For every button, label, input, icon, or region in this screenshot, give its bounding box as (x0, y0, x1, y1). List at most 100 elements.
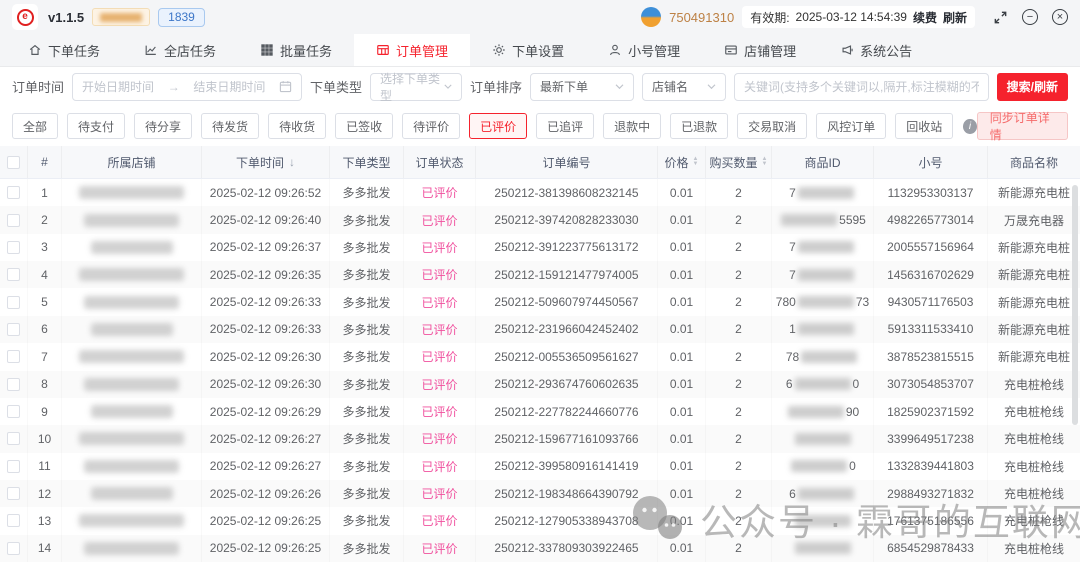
product-id-cell (772, 535, 874, 562)
shop-name-redacted (91, 487, 173, 500)
select-all-checkbox[interactable] (7, 156, 20, 169)
nav-item-order-manage[interactable]: 订单管理 (354, 34, 470, 66)
status-tab[interactable]: 全部 (12, 113, 58, 139)
status-tab[interactable]: 退款中 (603, 113, 661, 139)
row-checkbox[interactable] (7, 214, 20, 227)
nav-label: 系统公告 (860, 41, 912, 60)
row-checkbox[interactable] (7, 542, 20, 555)
product-name-cell: 充电桩枪线 (988, 398, 1080, 425)
account-cell: 6854529878433 (874, 535, 988, 562)
status-tab[interactable]: 已签收 (335, 113, 393, 139)
product-id-visible-prefix: 7 (789, 186, 796, 200)
table-icon (376, 43, 390, 57)
row-checkbox[interactable] (7, 268, 20, 281)
shop-icon (724, 43, 738, 57)
redacted-text-block (100, 13, 142, 22)
sync-order-details-button[interactable]: 同步订单详情 (977, 112, 1068, 140)
nav-item-account-manage[interactable]: 小号管理 (586, 34, 702, 66)
validity-value: 2025-03-12 14:54:39 (796, 10, 907, 24)
row-checkbox[interactable] (7, 241, 20, 254)
shop-field-select[interactable]: 店铺名 (642, 73, 726, 101)
nav-label: 下单任务 (48, 41, 100, 60)
nav-item-system-notice[interactable]: 系统公告 (818, 34, 934, 66)
shop-name-redacted (84, 214, 179, 227)
nav-item-store-task[interactable]: 全店任务 (122, 34, 238, 66)
shop-name-redacted (79, 268, 184, 281)
order-type-label: 下单类型 (310, 77, 362, 96)
price-cell: 0.01 (658, 234, 706, 261)
order-type-select[interactable]: 选择下单类型 (370, 73, 462, 101)
status-tab[interactable]: 待发货 (201, 113, 259, 139)
nav-item-order-task[interactable]: 下单任务 (6, 34, 122, 66)
price-cell: 0.01 (658, 316, 706, 343)
row-checkbox[interactable] (7, 514, 20, 527)
date-range-input[interactable]: 开始日期时间 → 结束日期时间 (72, 73, 302, 101)
table-row: 4 2025-02-12 09:26:35 多多批发 已评价 250212-15… (0, 261, 1080, 288)
quantity-cell: 2 (706, 425, 772, 452)
order-type-cell: 多多批发 (330, 179, 404, 206)
product-id-visible-prefix: 78 (786, 350, 799, 364)
status-tab[interactable]: 待支付 (67, 113, 125, 139)
row-checkbox[interactable] (7, 405, 20, 418)
search-refresh-button[interactable]: 搜索/刷新 (997, 73, 1068, 101)
row-checkbox[interactable] (7, 432, 20, 445)
col-header-quantity[interactable]: 购买数量 ▲▼ (706, 146, 772, 178)
nav-item-order-settings[interactable]: 下单设置 (470, 34, 586, 66)
shop-name-redacted (79, 432, 184, 445)
shop-name-redacted (84, 296, 179, 309)
status-tab[interactable]: 待分享 (134, 113, 192, 139)
sort-carets-icon[interactable]: ▲▼ (762, 157, 768, 167)
status-tab[interactable]: 已追评 (536, 113, 594, 139)
row-checkbox[interactable] (7, 378, 20, 391)
row-index: 11 (28, 453, 62, 480)
row-checkbox[interactable] (7, 460, 20, 473)
vertical-scrollbar-thumb[interactable] (1072, 185, 1078, 425)
order-time-cell: 2025-02-12 09:26:26 (202, 480, 330, 507)
row-checkbox[interactable] (7, 350, 20, 363)
row-checkbox[interactable] (7, 487, 20, 500)
status-badge: 已评价 (421, 376, 457, 393)
row-checkbox[interactable] (7, 186, 20, 199)
status-tab[interactable]: 交易取消 (737, 113, 807, 139)
col-header-order-time[interactable]: 下单时间 ↓ (202, 146, 330, 178)
status-tab[interactable]: 待收货 (268, 113, 326, 139)
row-checkbox[interactable] (7, 296, 20, 309)
col-header-price[interactable]: 价格 ▲▼ (658, 146, 706, 178)
keyword-input[interactable] (744, 80, 979, 94)
refresh-link[interactable]: 刷新 (943, 9, 967, 26)
fullscreen-icon[interactable] (993, 10, 1008, 25)
quantity-cell: 2 (706, 535, 772, 562)
status-tab[interactable]: 回收站 (895, 113, 953, 139)
info-icon[interactable]: i (963, 119, 977, 134)
nav-item-batch-task[interactable]: 批量任务 (238, 34, 354, 66)
product-name-cell: 充电桩枪线 (988, 453, 1080, 480)
product-id-cell: 7 (772, 261, 874, 288)
table-row: 5 2025-02-12 09:26:33 多多批发 已评价 250212-50… (0, 288, 1080, 315)
order-type-cell: 多多批发 (330, 206, 404, 233)
user-avatar[interactable] (641, 7, 661, 27)
row-checkbox[interactable] (7, 323, 20, 336)
order-no-cell: 250212-337809303922465 (476, 535, 658, 562)
status-tab[interactable]: 已退款 (670, 113, 728, 139)
order-sort-select[interactable]: 最新下单 (530, 73, 634, 101)
minimize-icon[interactable]: − (1022, 9, 1038, 25)
sort-desc-icon[interactable]: ↓ (289, 155, 295, 169)
product-name-cell: 充电桩枪线 (988, 425, 1080, 452)
sort-carets-icon[interactable]: ▲▼ (693, 157, 699, 167)
date-end-placeholder: 结束日期时间 (193, 78, 265, 95)
status-tab[interactable]: 待评价 (402, 113, 460, 139)
status-tabs-bar: 全部 待支付 待分享 待发货 待收货 已签收 待评价 已评价 已追评 退款中 已… (0, 106, 1080, 146)
product-id-visible-suffix: 0 (849, 459, 856, 473)
product-id-redacted (795, 542, 851, 554)
account-cell: 4982265773014 (874, 206, 988, 233)
status-badge: 已评价 (421, 403, 457, 420)
close-icon[interactable]: × (1052, 9, 1068, 25)
renew-link[interactable]: 续费 (913, 9, 937, 26)
order-time-cell: 2025-02-12 09:26:27 (202, 453, 330, 480)
product-name-cell: 新能源充电桩 (988, 261, 1080, 288)
nav-item-shop-manage[interactable]: 店铺管理 (702, 34, 818, 66)
order-type-cell: 多多批发 (330, 398, 404, 425)
status-tab[interactable]: 已评价 (469, 113, 527, 139)
status-tab[interactable]: 风控订单 (816, 113, 886, 139)
col-header-label: 购买数量 (710, 154, 758, 171)
